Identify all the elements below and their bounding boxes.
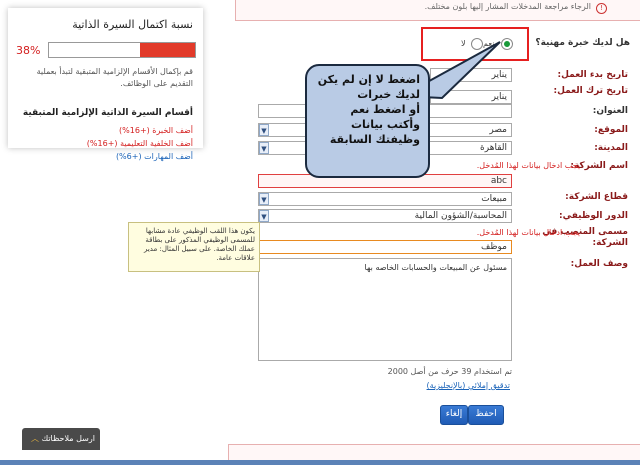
experience-question-label: هل لديك خبرة مهنية؟ bbox=[535, 38, 630, 48]
add-experience-link[interactable]: أضف الخبرة (+16%) bbox=[119, 126, 193, 135]
error-banner: الرجاء مراجعة المدخلات المشار إليها بلون… bbox=[235, 0, 640, 21]
location-chevron-down-icon[interactable]: ▼ bbox=[259, 124, 269, 136]
end-date-label: تاريخ ترك العمل: bbox=[553, 86, 628, 96]
save-button[interactable]: احفظ bbox=[468, 405, 504, 425]
feedback-label: ارسل ملاحظاتك bbox=[41, 434, 95, 443]
job-description-textarea[interactable]: مسئول عن المبيعات والحسابات الخاصه بها bbox=[258, 258, 512, 361]
add-education-link[interactable]: أضف الخلفية التعليمية (+16%) bbox=[87, 139, 193, 148]
job-title-error-message: يجب ادخال بيانات لهذا المُدخل. bbox=[476, 228, 580, 237]
instruction-callout-text: اضغط لا إن لم يكن لديك خبرات أو اضغط نعم… bbox=[317, 73, 420, 146]
sector-label: قطاع الشركة: bbox=[565, 192, 628, 202]
city-label: المدينة: bbox=[594, 143, 628, 153]
completion-title: نسبة اكتمال السيرة الذاتية bbox=[72, 18, 193, 31]
error-banner-text: الرجاء مراجعة المدخلات المشار إليها بلون… bbox=[424, 2, 591, 11]
sector-chevron-down-icon[interactable]: ▼ bbox=[259, 193, 269, 205]
job-title-input[interactable]: موظف bbox=[258, 240, 512, 254]
sector-select[interactable]: مبيعات bbox=[258, 192, 512, 206]
job-description-label: وصف العمل: bbox=[570, 259, 628, 269]
company-error-message: يجب ادخال بيانات لهذا المُدخل. bbox=[476, 161, 580, 170]
bottom-error-strip bbox=[228, 444, 640, 461]
completion-progress-bar bbox=[48, 42, 196, 58]
bottom-taskbar-strip bbox=[0, 460, 640, 465]
city-chevron-down-icon[interactable]: ▼ bbox=[259, 142, 269, 154]
start-date-label: تاريخ بدء العمل: bbox=[557, 70, 628, 80]
cancel-button[interactable]: إلغاء bbox=[440, 405, 468, 425]
completion-percent: 38% bbox=[16, 44, 41, 57]
role-label: الدور الوظيفي: bbox=[558, 211, 628, 221]
completion-description: قم بإكمال الأقسام الإلزامية المتبقية لتب… bbox=[36, 67, 193, 88]
remaining-sections-title: أقسام السيرة الذاتية الإلزامية المتبقية bbox=[22, 108, 193, 118]
location-label: الموقع: bbox=[594, 125, 628, 135]
completion-progress-fill bbox=[139, 43, 195, 57]
address-label: العنوان: bbox=[592, 106, 628, 116]
add-skills-link[interactable]: أضف المهارات (+6%) bbox=[116, 152, 193, 161]
cv-completion-panel: نسبة اكتمال السيرة الذاتية 38% قم بإكمال… bbox=[8, 8, 203, 161]
role-select[interactable]: المحاسبة/الشؤون المالية bbox=[258, 209, 512, 223]
alert-icon: ! bbox=[596, 3, 607, 14]
spellcheck-link[interactable]: تدقيق إملائي (بالإنجليزية) bbox=[427, 381, 510, 390]
role-chevron-down-icon[interactable]: ▼ bbox=[259, 210, 269, 222]
instruction-callout: اضغط لا إن لم يكن لديك خبرات أو اضغط نعم… bbox=[305, 64, 430, 178]
feedback-button[interactable]: ︿ ارسل ملاحظاتك bbox=[22, 428, 100, 450]
chevron-up-icon: ︿ bbox=[31, 434, 40, 443]
character-counter: تم استخدام 39 حرف من أصل 2000 bbox=[387, 367, 512, 376]
job-title-tooltip: يكون هذا اللقب الوظيفي عادة مشابها للمسم… bbox=[128, 222, 260, 272]
